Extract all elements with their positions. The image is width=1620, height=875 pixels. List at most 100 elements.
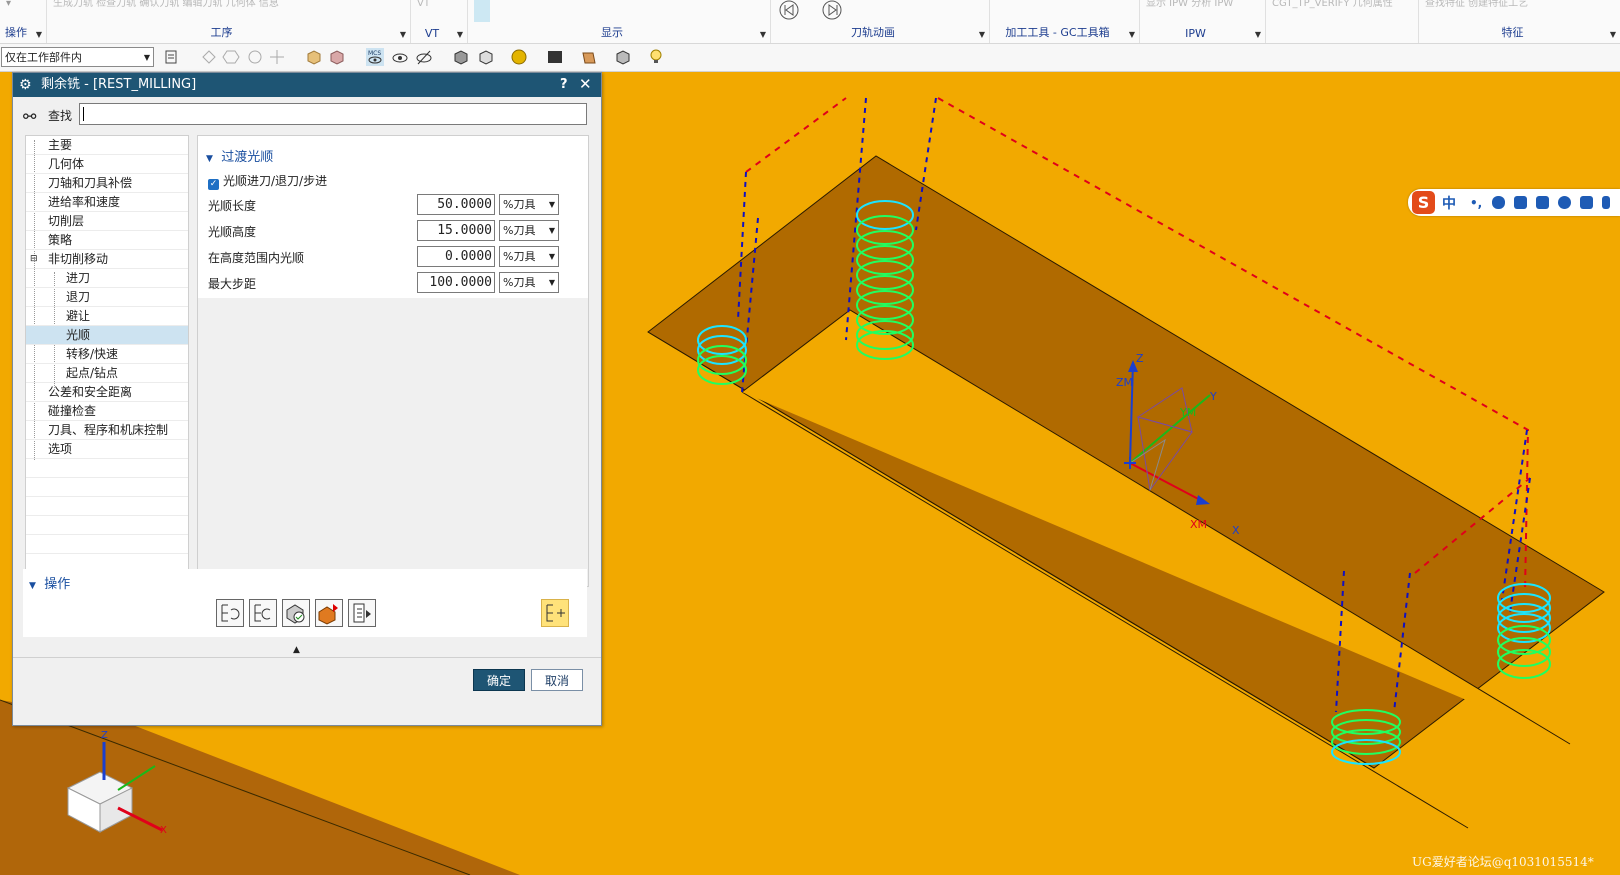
chevron-down-icon: ▼ (548, 278, 555, 287)
list-toolpath-button[interactable] (348, 599, 376, 627)
more-icon[interactable] (1602, 196, 1610, 209)
replay-toolpath-button[interactable] (249, 599, 277, 627)
ribbon-group-vt[interactable]: VT VT ▼ (411, 0, 468, 43)
ribbon-group-verify[interactable]: CGT_TP_VERIFY 几何属性 (1266, 0, 1419, 43)
ribbon-group-process[interactable]: 生成刀轨 检查刀轨 确认刀轨 编辑刀轨 几何体 信息 工序 ▼ (47, 0, 411, 43)
select-icon[interactable] (200, 48, 218, 66)
cancel-button[interactable]: 取消 (531, 669, 583, 691)
mcs-visibility-icon[interactable]: MCS (366, 48, 384, 66)
ok-button[interactable]: 确定 (473, 669, 525, 691)
tree-item-cut-levels[interactable]: 切削层 (26, 212, 188, 231)
grid-icon[interactable] (1580, 196, 1593, 209)
filter-icon[interactable] (163, 48, 181, 66)
ribbon-group-gc-toolbox[interactable]: 加工工具 - GC工具箱 ▼ (990, 0, 1140, 43)
tree-item-main[interactable]: 主要 (26, 136, 188, 155)
tree-item-avoidance[interactable]: 避让 (26, 307, 188, 326)
selection-scope-dropdown[interactable]: 仅在工作部件内 ▼ (1, 47, 154, 67)
punctuation-icon[interactable]: •, (1470, 196, 1483, 210)
layer-icon[interactable] (614, 48, 632, 66)
generate-toolpath-button[interactable] (216, 599, 244, 627)
verify-toolpath-button[interactable] (282, 599, 310, 627)
add-operation-button[interactable] (541, 599, 569, 627)
light-icon[interactable] (648, 48, 666, 66)
snap-icon[interactable] (268, 48, 286, 66)
find-input[interactable] (79, 103, 587, 125)
chevron-down-icon[interactable]: ▼ (1129, 30, 1135, 39)
chevron-down-icon[interactable]: ▼ (400, 30, 406, 39)
rest-milling-dialog[interactable]: ⚙ 剩余铣 - [REST_MILLING] ? ✕ ⚯ 查找 主要 几何体 刀… (12, 72, 602, 726)
ime-toolbar[interactable]: S 中 •, (1408, 189, 1620, 216)
tree-item-tolerances[interactable]: 公差和安全距离 (26, 383, 188, 402)
shaded-cube-icon[interactable] (452, 48, 470, 66)
hide-icon[interactable] (415, 48, 433, 66)
collapse-icon[interactable]: ⊟ (30, 250, 38, 269)
chevron-down-icon[interactable]: ▼ (979, 30, 985, 39)
chevron-down-icon[interactable]: ▼ (457, 30, 463, 39)
microphone-icon[interactable] (1492, 196, 1505, 209)
ime-logo[interactable]: S (1412, 191, 1435, 214)
simulate-button[interactable] (315, 599, 343, 627)
divider (13, 657, 601, 658)
ribbon-group-top: ▾ (6, 0, 12, 9)
tree-item-retract[interactable]: 退刀 (26, 288, 188, 307)
edit-object-icon[interactable] (580, 48, 598, 66)
select-toolpath-button[interactable] (482, 0, 490, 22)
tree-item-tool-program-machine[interactable]: 刀具、程序和机床控制 (26, 421, 188, 440)
box-alt-icon[interactable] (328, 48, 346, 66)
ribbon-group-label: 特征 (1501, 26, 1524, 39)
tree-item-collision-check[interactable]: 碰撞检查 (26, 402, 188, 421)
ribbon-group-ipw[interactable]: 显示 IPW 分析 IPW IPW ▼ (1140, 0, 1266, 43)
unit-dropdown[interactable]: %刀具 ▼ (499, 246, 559, 267)
tree-item-non-cutting-moves[interactable]: ⊟ 非切削移动 (26, 250, 188, 269)
ribbon-group-toolpath-animation[interactable]: 刀轨动画 ▼ (771, 0, 990, 43)
tree-item-label: 切削层 (48, 214, 85, 228)
background-icon[interactable] (546, 48, 564, 66)
ribbon-group-top: CGT_TP_VERIFY 几何属性 (1272, 0, 1393, 9)
tree-item-smoothing[interactable]: 光顺 (26, 326, 188, 345)
smoothing-range-input[interactable]: 0.0000 (417, 246, 495, 267)
unit-dropdown[interactable]: %刀具 ▼ (499, 194, 559, 215)
toolbox-icon[interactable] (1558, 196, 1571, 209)
tree-item-label: 策略 (48, 233, 73, 247)
section-header[interactable]: ▼ 过渡光顺 (206, 146, 273, 165)
smooth-engage-checkbox[interactable]: ✓ 光顺进刀/退刀/步进 (208, 172, 327, 190)
ribbon-group-operation[interactable]: ▾ 操作 ▼ (0, 0, 47, 43)
chevron-down-icon[interactable]: ▼ (760, 30, 766, 39)
box-icon[interactable] (305, 48, 323, 66)
ribbon-group-feature[interactable]: 查找特征 创建特征工艺 特征 ▼ (1419, 0, 1620, 43)
smoothing-length-input[interactable]: 50.0000 (417, 194, 495, 215)
smoothing-height-input[interactable]: 15.0000 (417, 220, 495, 241)
section-header[interactable]: ▼ 操作 (29, 573, 70, 592)
tree-item-engage[interactable]: 进刀 (26, 269, 188, 288)
tree-item-geometry[interactable]: 几何体 (26, 155, 188, 174)
max-stepover-input[interactable]: 100.0000 (417, 272, 495, 293)
hexagon-icon[interactable] (222, 48, 240, 66)
multi-select-icon[interactable] (246, 48, 264, 66)
tree-item-transfer-rapid[interactable]: 转移/快速 (26, 345, 188, 364)
ribbon-group-display[interactable]: 显示 ▼ (468, 0, 771, 43)
sphere-icon[interactable] (510, 48, 528, 66)
ime-mode[interactable]: 中 (1442, 193, 1456, 213)
keyboard-icon[interactable] (1514, 196, 1527, 209)
chevron-down-icon[interactable]: ▼ (1610, 30, 1616, 39)
tree-item-tool-axis[interactable]: 刀轴和刀具补偿 (26, 174, 188, 193)
collapse-up-icon[interactable]: ▲ (293, 645, 300, 655)
eye-icon[interactable] (391, 48, 409, 66)
dialog-title-bar[interactable]: ⚙ 剩余铣 - [REST_MILLING] ? ✕ (13, 73, 601, 97)
help-button[interactable]: ? (560, 73, 568, 97)
display-toolpath-button[interactable] (474, 0, 482, 22)
chevron-down-icon[interactable]: ▼ (1255, 30, 1261, 39)
unit-dropdown[interactable]: %刀具 ▼ (499, 220, 559, 241)
tree-item-label: 避让 (66, 309, 91, 323)
playback-icons[interactable] (777, 0, 857, 24)
unit-dropdown[interactable]: %刀具 ▼ (499, 272, 559, 293)
render-style-icon[interactable] (477, 48, 495, 66)
skin-icon[interactable] (1536, 196, 1549, 209)
close-button[interactable]: ✕ (579, 72, 592, 96)
chevron-down-icon[interactable]: ▼ (36, 30, 42, 39)
tree-item-strategy[interactable]: 策略 (26, 231, 188, 250)
tree-item-options[interactable]: 选项 (26, 440, 188, 459)
tree-item-feeds-speeds[interactable]: 进给率和速度 (26, 193, 188, 212)
tree-item-start-drill-points[interactable]: 起点/钻点 (26, 364, 188, 383)
navigation-tree[interactable]: 主要 几何体 刀轴和刀具补偿 进给率和速度 切削层 策略 ⊟ 非切削移动 进刀 退… (25, 135, 189, 587)
